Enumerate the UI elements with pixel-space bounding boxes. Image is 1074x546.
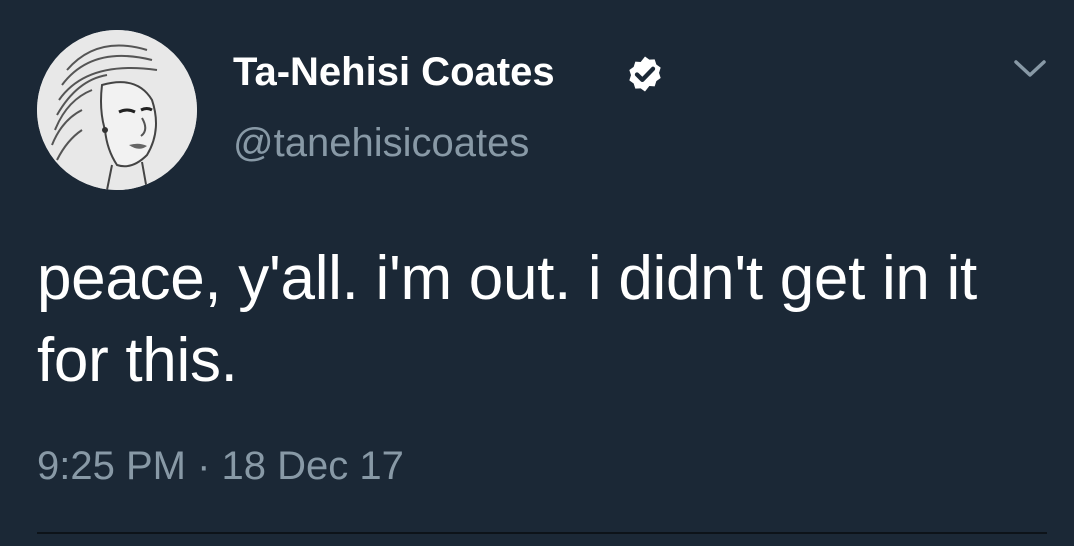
avatar-illustration-icon [37, 30, 197, 190]
avatar[interactable] [37, 30, 197, 190]
chevron-down-icon[interactable] [1010, 54, 1050, 84]
tweet-card: Ta-Nehisi Coates @tanehisicoates peace, … [0, 0, 1074, 546]
divider [37, 532, 1047, 534]
tweet-date: 18 Dec 17 [221, 444, 404, 488]
timestamp-separator: · [197, 444, 211, 488]
author-handle[interactable]: @tanehisicoates [233, 123, 529, 163]
verified-badge-icon [629, 56, 661, 92]
tweet-time: 9:25 PM [37, 444, 186, 488]
tweet-text: peace, y'all. i'm out. i didn't get in i… [37, 244, 977, 395]
author-display-name[interactable]: Ta-Nehisi Coates [233, 52, 555, 92]
tweet-timestamp[interactable]: 9:25 PM · 18 Dec 17 [37, 446, 404, 486]
